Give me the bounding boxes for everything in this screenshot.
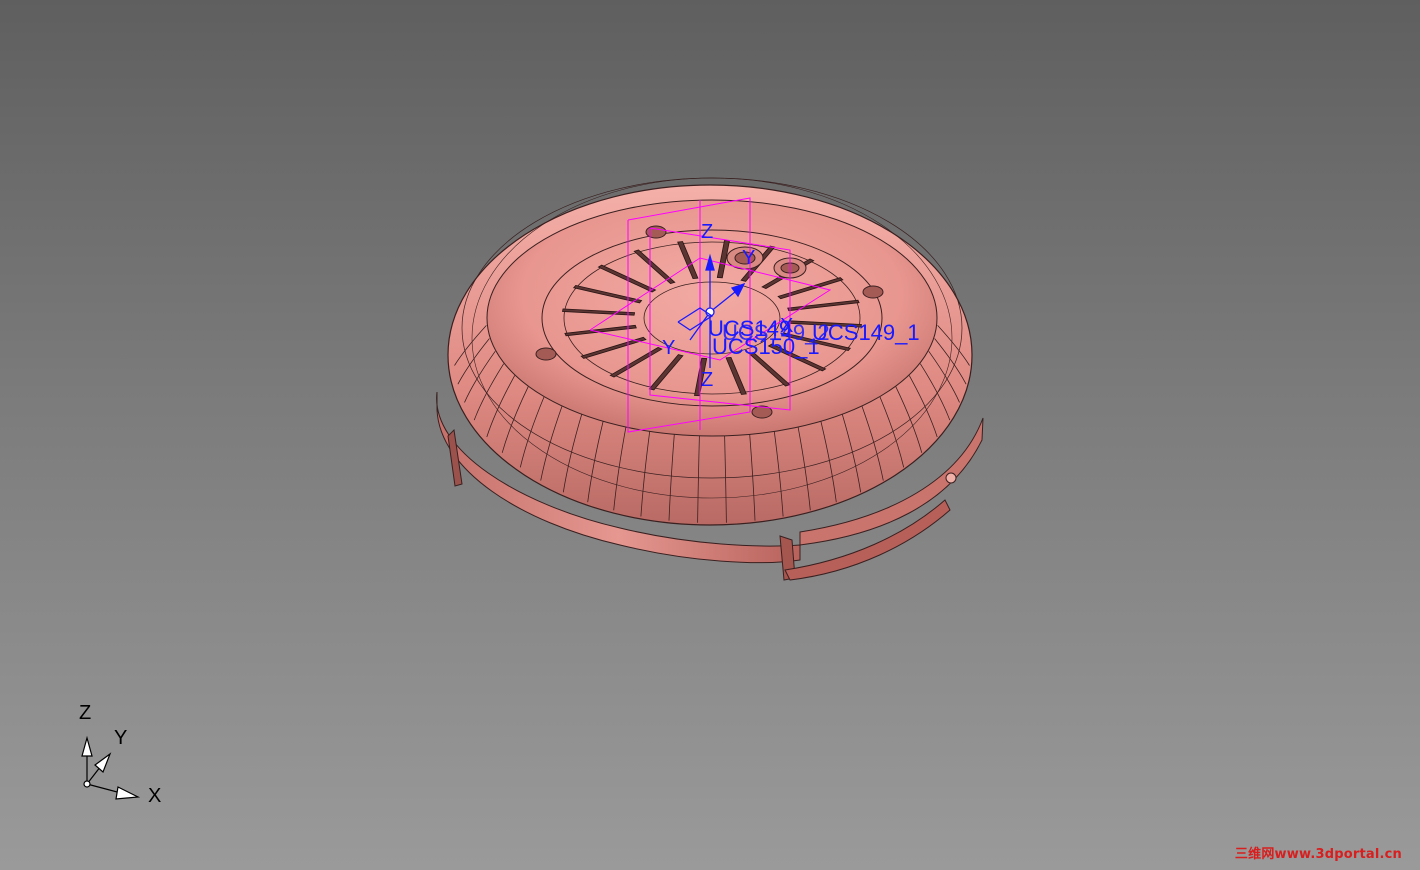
csys-z-top-label: Z [701,221,714,243]
model-scene[interactable] [0,0,1420,870]
csys-y-left-label: Y [662,337,676,359]
ucs-label-4: UCS150_1 [712,334,820,359]
view-triad [81,735,141,800]
triad-x-label: X [148,785,162,807]
watermark: 三维网www.3dportal.cn [1234,847,1402,862]
graphics-viewport[interactable]: UCS149 UCS149_1 UCS149_2 UCS150_1 Z Y X … [0,0,1420,870]
csys-y-top-label: Y [742,247,756,269]
csys-z-bottom-label: Z [701,369,714,391]
triad-z-label: Z [79,702,92,724]
triad-y-label: Y [114,727,128,749]
csys-x-label: X [780,315,794,337]
